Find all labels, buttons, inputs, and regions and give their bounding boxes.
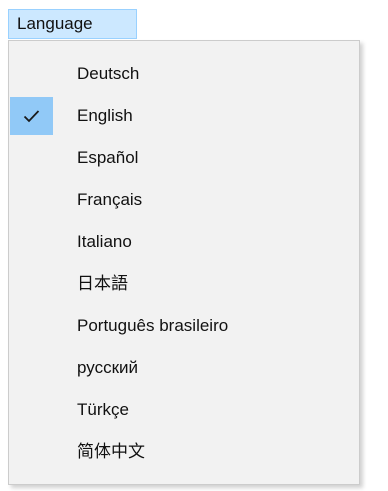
menu-item-italiano[interactable]: Italiano [10, 222, 358, 262]
menu-item-label: русский [77, 358, 139, 377]
menu-item-label: Deutsch [77, 64, 140, 83]
menu-item-label: Türkçe [77, 400, 129, 419]
menu-item-portugues-brasileiro[interactable]: Português brasileiro [10, 306, 358, 346]
menu-item-francais[interactable]: Français [10, 180, 358, 220]
menu-item-espanol[interactable]: Español [10, 138, 358, 178]
menu-item-label: 日本語 [77, 274, 128, 293]
menu-bar: Language [0, 0, 388, 44]
checkmark-icon [10, 97, 53, 135]
menu-item-label: 简体中文 [77, 442, 145, 461]
menu-item-chinese-simplified[interactable]: 简体中文 [10, 432, 358, 472]
menu-item-label: English [77, 106, 133, 125]
menu-item-deutsch[interactable]: Deutsch [10, 54, 358, 94]
menu-item-label: Español [77, 148, 139, 167]
language-dropdown: Deutsch English Español Français Italian… [8, 40, 360, 485]
menu-item-english[interactable]: English [10, 96, 358, 136]
menu-item-japanese[interactable]: 日本語 [10, 264, 358, 304]
menu-item-label: Português brasileiro [77, 316, 229, 335]
menu-item-label: Italiano [77, 232, 132, 251]
menu-item-russian[interactable]: русский [10, 348, 358, 388]
menu-item-label: Français [77, 190, 143, 209]
menu-language[interactable]: Language [8, 9, 137, 39]
menu-item-turkce[interactable]: Türkçe [10, 390, 358, 430]
